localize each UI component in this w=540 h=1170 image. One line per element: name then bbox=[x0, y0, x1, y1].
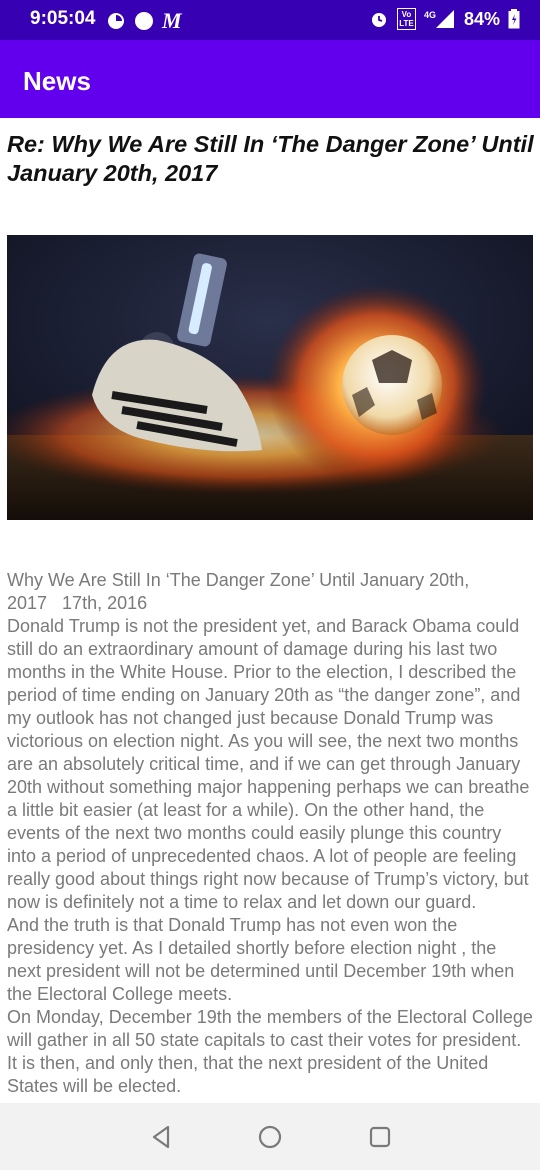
app-bar: News bbox=[0, 40, 540, 118]
status-bar: 9:05:04 M Vo LTE 4G 84% bbox=[0, 0, 540, 40]
article-image bbox=[7, 235, 533, 520]
app-title: News bbox=[23, 66, 91, 96]
battery-percent: 84% bbox=[463, 8, 500, 29]
back-icon[interactable] bbox=[147, 1123, 175, 1151]
article-paragraph: And the truth is that Donald Trump has n… bbox=[7, 915, 515, 1004]
article-title: Re: Why We Are Still In ‘The Danger Zone… bbox=[7, 131, 534, 186]
volte-icon: Vo LTE bbox=[396, 8, 416, 30]
circle-icon bbox=[135, 12, 153, 30]
system-nav-bar bbox=[0, 1103, 540, 1170]
battery-icon bbox=[508, 9, 520, 29]
article-body: Why We Are Still In ‘The Danger Zone’ Un… bbox=[7, 569, 535, 1098]
notification-icons: M bbox=[106, 8, 182, 34]
article-paragraph: On Monday, December 19th the members of … bbox=[7, 1007, 533, 1096]
recents-icon[interactable] bbox=[366, 1123, 394, 1151]
status-time: 9:05:04 bbox=[30, 8, 96, 29]
signal-icon: 4G bbox=[424, 10, 454, 28]
article-paragraph: Donald Trump is not the president yet, a… bbox=[7, 616, 530, 912]
alarm-icon bbox=[371, 13, 386, 27]
pie-chart-icon bbox=[108, 13, 124, 29]
article-paragraph: Why We Are Still In ‘The Danger Zone’ Un… bbox=[7, 570, 470, 613]
article-scroll-area[interactable]: Re: Why We Are Still In ‘The Danger Zone… bbox=[0, 118, 540, 1103]
carrier-logo-icon: M bbox=[162, 8, 182, 33]
home-icon[interactable] bbox=[256, 1123, 284, 1151]
status-right: Vo LTE 4G 84% bbox=[369, 8, 520, 30]
svg-text:4G: 4G bbox=[424, 10, 436, 20]
